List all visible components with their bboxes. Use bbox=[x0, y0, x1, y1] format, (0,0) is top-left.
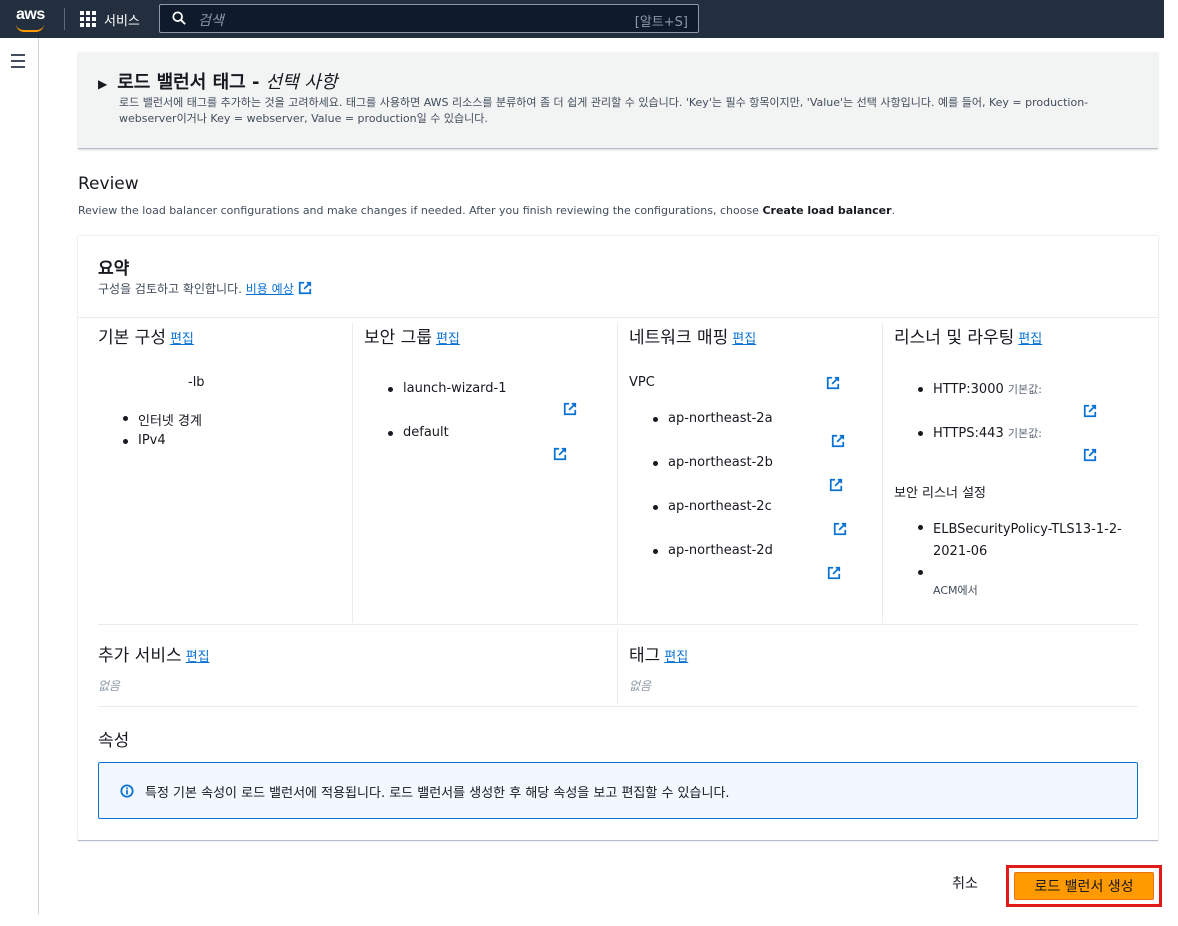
listeners-edit-link[interactable]: 편집 bbox=[1018, 332, 1042, 347]
addon-services-edit-link[interactable]: 편집 bbox=[186, 650, 210, 665]
basic-config-header: 기본 구성 편집 bbox=[98, 323, 348, 348]
external-link-icon[interactable] bbox=[553, 447, 567, 461]
subnet-zone-item: ap-northeast-2c bbox=[653, 499, 772, 514]
search-input[interactable]: 검색 [알트+S] bbox=[159, 4, 699, 33]
external-link-icon[interactable] bbox=[827, 566, 841, 580]
security-policy-item: ELBSecurityPolicy-TLS13-1-2-2021-06 bbox=[918, 519, 1133, 563]
nav-divider bbox=[64, 8, 65, 30]
security-groups-header: 보안 그룹 편집 bbox=[364, 323, 614, 348]
cancel-button[interactable]: 취소 bbox=[940, 871, 990, 895]
summary-header: 요약 구성을 검토하고 확인합니다. 비용 예상 bbox=[78, 236, 1158, 318]
security-group-item: default bbox=[388, 425, 449, 440]
basic-config-title: 기본 구성 bbox=[98, 328, 166, 348]
tags-section-header[interactable]: ▶ 로드 밸런서 태그 - 선택 사항 bbox=[98, 68, 337, 94]
column-divider bbox=[617, 323, 618, 623]
listener-item: HTTPS:443 기본값: bbox=[918, 425, 1042, 441]
caret-right-icon: ▶ bbox=[98, 77, 108, 91]
ip-type-value: IPv4 bbox=[123, 433, 166, 448]
aws-logo-text: aws bbox=[16, 6, 45, 23]
attributes-info-alert: 특정 기본 속성이 로드 밸런서에 적용됩니다. 로드 밸런서를 생성한 후 해… bbox=[98, 762, 1138, 819]
external-link-icon[interactable] bbox=[298, 281, 312, 295]
review-description-bold: Create load balancer bbox=[762, 204, 892, 217]
listener-protocol: HTTPS:443 bbox=[933, 426, 1004, 441]
attributes-title: 속성 bbox=[98, 731, 130, 751]
external-link-icon[interactable] bbox=[563, 402, 577, 416]
addon-services-title: 추가 서비스 bbox=[98, 646, 182, 666]
security-group-item: launch-wizard-1 bbox=[388, 381, 507, 396]
external-link-icon[interactable] bbox=[833, 522, 847, 536]
tags-edit-link[interactable]: 편집 bbox=[664, 650, 688, 665]
secure-listener-title: 보안 리스너 설정 bbox=[894, 486, 986, 501]
listener-default-note: 기본값: bbox=[1007, 427, 1042, 440]
network-mapping-column: 네트워크 매핑 편집 VPC ap-northeast-2a ap-northea… bbox=[629, 323, 879, 623]
aws-smile-icon bbox=[16, 24, 44, 32]
create-button-highlight: 로드 밸런서 생성 bbox=[1006, 865, 1162, 907]
external-link-icon[interactable] bbox=[1083, 404, 1097, 418]
listeners-header: 리스너 및 라우팅 편집 bbox=[894, 323, 1144, 348]
tags-section-description: 로드 밸런서에 태그를 추가하는 것을 고려하세요. 태그를 사용하면 AWS … bbox=[119, 96, 1089, 125]
aws-logo[interactable]: aws bbox=[14, 6, 50, 32]
security-groups-title: 보안 그룹 bbox=[364, 328, 432, 348]
info-icon bbox=[120, 784, 134, 798]
tags-section-title: 로드 밸런서 태그 - bbox=[117, 72, 260, 93]
create-load-balancer-button[interactable]: 로드 밸런서 생성 bbox=[1014, 872, 1154, 900]
review-title: Review bbox=[78, 174, 139, 194]
load-balancer-name: -lb bbox=[188, 375, 205, 390]
listener-item: HTTP:3000 기본값: bbox=[918, 381, 1042, 397]
cost-estimate-link[interactable]: 비용 예상 bbox=[246, 282, 294, 296]
vpc-label: VPC bbox=[629, 375, 655, 390]
section-divider bbox=[98, 624, 1138, 625]
security-groups-column: 보안 그룹 편집 launch-wizard-1 default bbox=[364, 323, 614, 623]
menu-icon[interactable] bbox=[11, 54, 25, 72]
services-label: 서비스 bbox=[104, 13, 140, 29]
acm-note: ACM에서 bbox=[933, 584, 978, 597]
grid-icon bbox=[80, 11, 96, 27]
network-mapping-header: 네트워크 매핑 편집 bbox=[629, 323, 879, 348]
summary-description-text: 구성을 검토하고 확인합니다. bbox=[98, 282, 242, 296]
column-divider bbox=[352, 323, 353, 623]
subnet-zone-item: ap-northeast-2d bbox=[653, 543, 773, 558]
addon-services-header: 추가 서비스 편집 bbox=[98, 641, 210, 666]
cost-estimate-label: 비용 예상 bbox=[245, 282, 294, 296]
column-divider bbox=[617, 628, 618, 704]
external-link-icon[interactable] bbox=[1083, 448, 1097, 462]
network-mapping-title: 네트워크 매핑 bbox=[629, 328, 729, 348]
review-description-text: Review the load balancer configurations … bbox=[78, 204, 763, 217]
tags-expandable-section: ▶ 로드 밸런서 태그 - 선택 사항 로드 밸런서에 태그를 추가하는 것을 … bbox=[78, 52, 1158, 149]
side-navigation-rail bbox=[0, 38, 39, 914]
search-icon bbox=[172, 11, 186, 25]
column-divider bbox=[882, 323, 883, 623]
certificate-item bbox=[918, 564, 993, 576]
services-menu-button[interactable]: 서비스 bbox=[80, 9, 140, 29]
subnet-zone-item: ap-northeast-2a bbox=[653, 411, 773, 426]
basic-config-column: 기본 구성 편집 -lb 인터넷 경계 IPv4 bbox=[98, 323, 348, 623]
review-description-end: . bbox=[891, 204, 896, 217]
tags-empty: 없음 bbox=[629, 679, 652, 693]
tags-title: 태그 bbox=[629, 646, 661, 666]
section-divider bbox=[98, 706, 1138, 707]
listener-default-note: 기본값: bbox=[1007, 383, 1042, 396]
summary-container: 요약 구성을 검토하고 확인합니다. 비용 예상 기본 구성 편집 -lb 인터넷… bbox=[78, 236, 1158, 841]
review-description: Review the load balancer configurations … bbox=[78, 204, 895, 217]
listeners-title: 리스너 및 라우팅 bbox=[894, 328, 1015, 348]
search-shortcut-hint: [알트+S] bbox=[634, 15, 688, 30]
subnet-zone-item: ap-northeast-2b bbox=[653, 455, 773, 470]
security-groups-edit-link[interactable]: 편집 bbox=[436, 332, 460, 347]
external-link-icon[interactable] bbox=[826, 376, 840, 390]
addon-services-empty: 없음 bbox=[98, 679, 121, 693]
listeners-column: 리스너 및 라우팅 편집 HTTP:3000 기본값: HTTPS:443 기본값… bbox=[894, 323, 1144, 623]
summary-title: 요약 bbox=[98, 259, 130, 279]
attributes-info-message: 특정 기본 속성이 로드 밸런서에 적용됩니다. 로드 밸런서를 생성한 후 해… bbox=[145, 786, 730, 801]
listener-protocol: HTTP:3000 bbox=[933, 382, 1004, 397]
external-link-icon[interactable] bbox=[829, 478, 843, 492]
scheme-value: 인터넷 경계 bbox=[123, 410, 202, 429]
search-placeholder: 검색 bbox=[198, 13, 224, 29]
tags-section-optional: 선택 사항 bbox=[265, 72, 338, 93]
summary-description: 구성을 검토하고 확인합니다. 비용 예상 bbox=[98, 280, 312, 297]
external-link-icon[interactable] bbox=[831, 434, 845, 448]
tags-header: 태그 편집 bbox=[629, 641, 688, 666]
top-navigation-bar: aws 서비스 검색 [알트+S] bbox=[0, 0, 1164, 38]
basic-config-edit-link[interactable]: 편집 bbox=[170, 332, 194, 347]
network-mapping-edit-link[interactable]: 편집 bbox=[732, 332, 756, 347]
